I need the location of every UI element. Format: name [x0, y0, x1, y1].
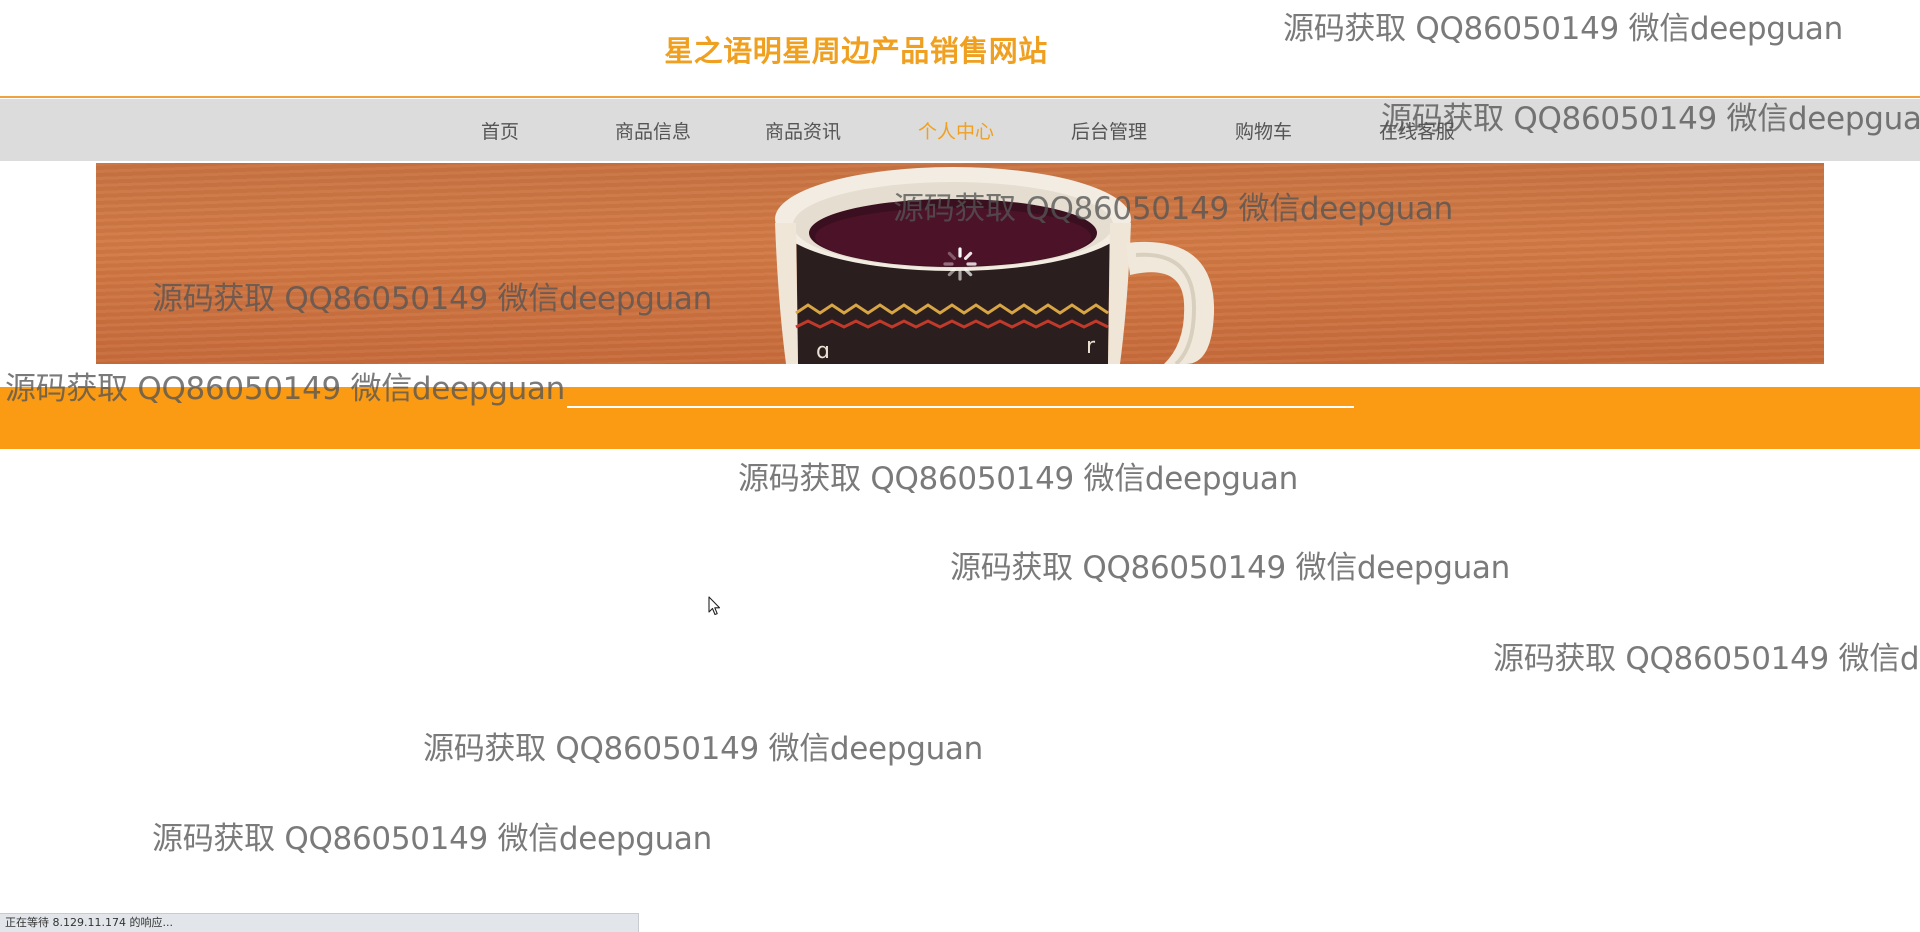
nav-item-cart[interactable]: 购物车	[1235, 117, 1292, 144]
svg-text:ɑ: ɑ	[816, 339, 830, 364]
svg-text:r: r	[1086, 334, 1096, 359]
mouse-cursor-icon	[708, 596, 721, 616]
section-divider	[567, 406, 1354, 408]
spinner-icon	[943, 247, 977, 281]
watermark-text: 源码获取 QQ86050149 微信deepguan	[423, 731, 983, 767]
watermark-text: 源码获取 QQ86050149 微信deepguan	[152, 281, 712, 317]
watermark-text: 源码获取 QQ86050149 微信deepguan	[152, 821, 712, 857]
nav-item-admin[interactable]: 后台管理	[1071, 117, 1147, 144]
watermark-text: 源码获取 QQ86050149 微信deepguan	[893, 191, 1453, 227]
browser-status-bar: 正在等待 8.129.11.174 的响应...	[0, 913, 639, 932]
nav-item-news[interactable]: 商品资讯	[765, 117, 841, 144]
watermark-text: 源码获取 QQ86050149 微信deepguan	[5, 371, 565, 407]
nav-item-products[interactable]: 商品信息	[615, 117, 691, 144]
watermark-text: 源码获取 QQ86050149 微信deepguan	[950, 550, 1510, 586]
watermark-text: 源码获取 QQ86050149 微信deepguan	[1381, 101, 1920, 137]
nav-item-home[interactable]: 首页	[481, 117, 519, 144]
watermark-text: 源码获取 QQ86050149 微信deepguan	[1283, 11, 1843, 47]
watermark-text: 源码获取 QQ86050149 微信de	[1493, 641, 1920, 677]
nav-item-profile[interactable]: 个人中心	[918, 117, 994, 144]
watermark-text: 源码获取 QQ86050149 微信deepguan	[738, 461, 1298, 497]
